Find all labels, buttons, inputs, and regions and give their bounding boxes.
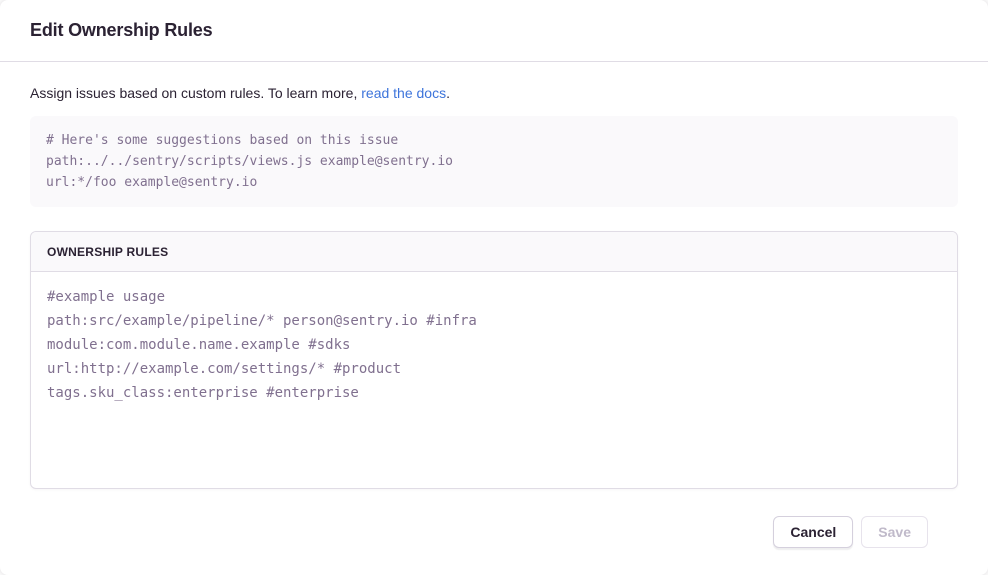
description-prefix: Assign issues based on custom rules. To … xyxy=(30,85,361,101)
modal-header: Edit Ownership Rules xyxy=(0,0,988,62)
description-suffix: . xyxy=(446,85,450,101)
suggestion-line: path:../../sentry/scripts/views.js examp… xyxy=(46,151,942,172)
read-the-docs-link[interactable]: read the docs xyxy=(361,85,446,101)
description-text: Assign issues based on custom rules. To … xyxy=(30,85,958,102)
suggestion-line: # Here's some suggestions based on this … xyxy=(46,130,942,151)
suggestions-code-block: # Here's some suggestions based on this … xyxy=(30,116,958,207)
modal-body: Assign issues based on custom rules. To … xyxy=(0,62,988,548)
ownership-rules-panel: OWNERSHIP RULES #example usage path:src/… xyxy=(30,231,958,489)
suggestion-line: url:*/foo example@sentry.io xyxy=(46,172,942,193)
modal-title: Edit Ownership Rules xyxy=(30,20,212,41)
edit-ownership-rules-modal: Edit Ownership Rules Assign issues based… xyxy=(0,0,988,575)
save-button[interactable]: Save xyxy=(861,516,928,548)
ownership-rules-panel-header: OWNERSHIP RULES xyxy=(31,232,957,272)
modal-footer: Cancel Save xyxy=(30,489,958,548)
ownership-rules-textarea[interactable]: #example usage path:src/example/pipeline… xyxy=(31,272,957,488)
cancel-button[interactable]: Cancel xyxy=(773,516,853,548)
